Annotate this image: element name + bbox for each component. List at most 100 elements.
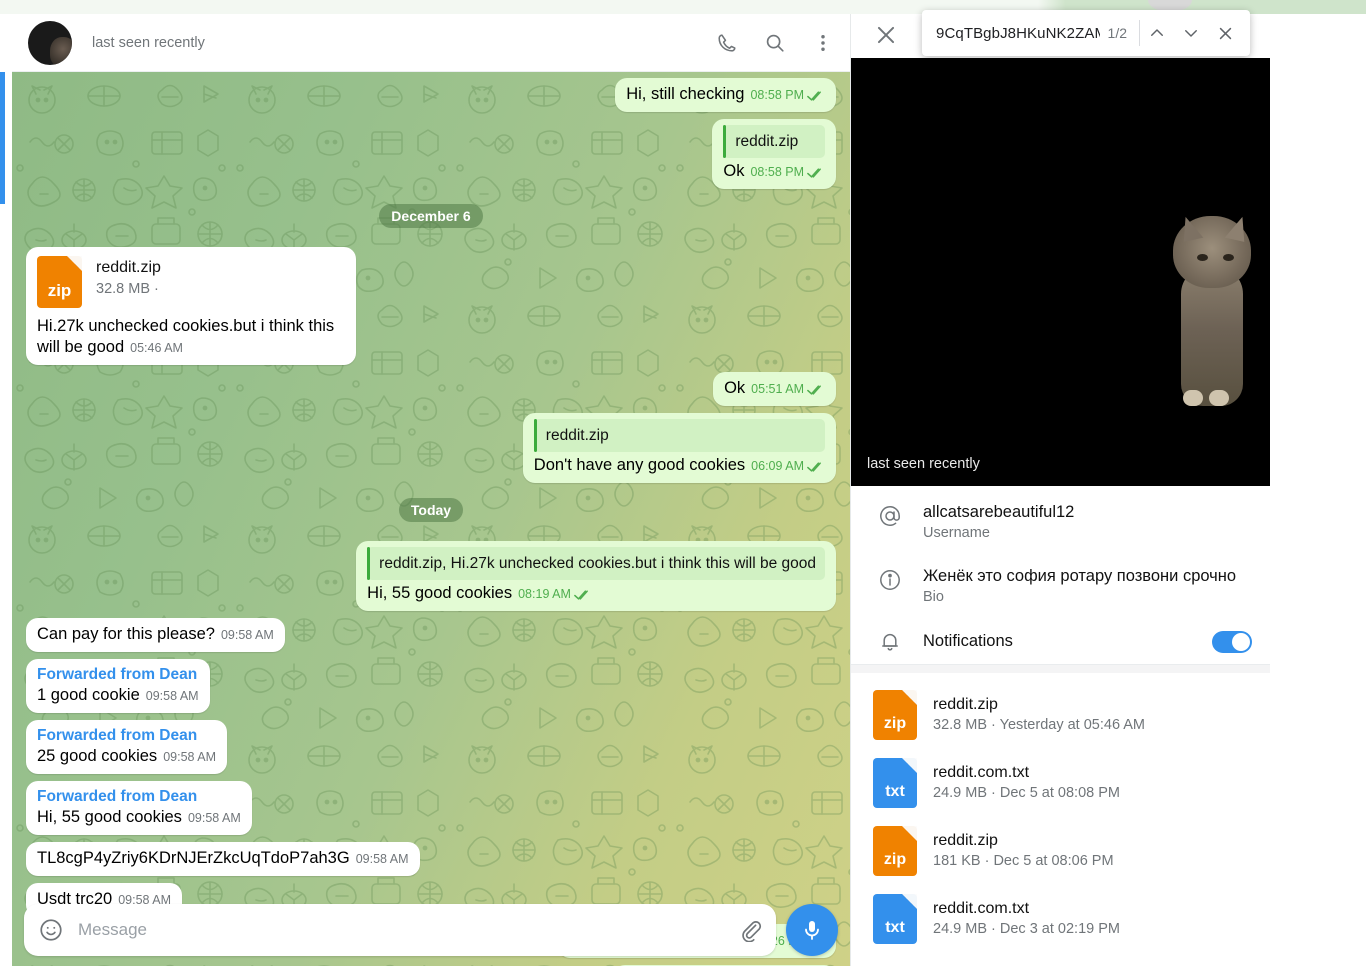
attach-icon[interactable] (738, 918, 762, 943)
message-meta: 09:58 AM (356, 849, 409, 870)
message-row: zip reddit.zip 32.8 MB · Hi.27k unchecked c… (26, 247, 836, 365)
message-time: 06:09 AM (751, 459, 804, 473)
message-bubble[interactable]: reddit.zip Don't have any good cookies 06:… (522, 413, 836, 483)
shared-file-name: reddit.zip (933, 696, 998, 713)
message-text: Can pay for this please? 09:58 AM (37, 624, 274, 646)
emoji-icon[interactable] (38, 917, 64, 943)
message-text: Don't have any good cookies 06:09 AM (534, 455, 825, 477)
voice-record-button[interactable] (786, 904, 838, 956)
message-text: Ok 08:58 PM (723, 161, 825, 183)
message-bubble[interactable]: Can pay for this please? 09:58 AM (26, 618, 285, 652)
message-bubble[interactable]: zip reddit.zip 32.8 MB · Hi.27k unchecked c… (26, 247, 356, 365)
forwarded-label[interactable]: Forwarded from Dean (37, 787, 241, 807)
message-bubble[interactable]: reddit.zip Ok 08:58 PM (712, 119, 836, 189)
chat-status: last seen recently (92, 34, 205, 51)
message-row: Forwarded from Dean Hi, 55 good cookies 09… (26, 781, 836, 835)
chat-header: last seen recently (12, 14, 850, 72)
shared-file-name: reddit.com.txt (933, 764, 1030, 781)
bell-icon (873, 629, 907, 653)
date-separator: December 6 (379, 204, 483, 228)
message-text: TL8cgP4yZriy6KDrNJErZkcUqTdoP7ah3G 09:58 … (37, 848, 409, 870)
info-row-label: Username (923, 525, 990, 541)
message-meta: 08:58 PM (750, 85, 825, 106)
file-attachment[interactable]: zip reddit.zip 32.8 MB · (37, 256, 345, 308)
message-list: Hi, still checking 08:58 PM reddit.zip Ok 08… (12, 72, 850, 966)
quoted-message[interactable]: reddit.zip, Hi.27k unchecked cookies.but… (367, 547, 825, 580)
message-time: 05:46 AM (130, 341, 183, 355)
message-row: Can pay for this please? 09:58 AM (26, 618, 836, 652)
message-row: Forwarded from Dean 25 good cookies 09:58 … (26, 720, 836, 774)
quoted-message[interactable]: reddit.zip (723, 125, 825, 158)
profile-photo[interactable]: last seen recently (851, 58, 1270, 486)
find-next-icon[interactable] (1174, 16, 1208, 50)
find-prev-icon[interactable] (1140, 16, 1174, 50)
message-input[interactable] (78, 920, 738, 940)
message-row: reddit.zip, Hi.27k unchecked cookies.but… (26, 541, 836, 611)
chat-header-actions (714, 30, 836, 56)
forwarded-label[interactable]: Forwarded from Dean (37, 726, 216, 746)
more-menu-icon[interactable] (810, 30, 836, 56)
message-text: 25 good cookies 09:58 AM (37, 746, 216, 768)
message-bubble[interactable]: Hi, still checking 08:58 PM (615, 78, 836, 112)
chat-message-area[interactable]: Hi, still checking 08:58 PM reddit.zip Ok 08… (12, 72, 850, 966)
message-row: reddit.zip Don't have any good cookies 06:… (26, 413, 836, 483)
message-bubble[interactable]: Forwarded from Dean Hi, 55 good cookies 09… (26, 781, 252, 835)
message-bubble[interactable]: reddit.zip, Hi.27k unchecked cookies.but… (356, 541, 836, 611)
avatar-photo (50, 36, 72, 65)
message-time: 05:51 AM (751, 382, 804, 396)
file-info: reddit.zip 32.8 MB · (96, 256, 161, 299)
chat-header-meta: last seen recently (92, 34, 205, 52)
message-bubble[interactable]: Forwarded from Dean 25 good cookies 09:58 … (26, 720, 228, 774)
txt-file-icon: txt (873, 894, 917, 944)
message-meta: 06:09 AM (751, 456, 825, 477)
info-row-text: Женёк это софия ротару позвони срочно Bio (923, 565, 1252, 607)
profile-detail-rows: allcatsarebeautiful12 Username Женёк это с… (851, 486, 1270, 665)
message-meta: 08:19 AM (518, 584, 592, 605)
message-time: 09:58 AM (220, 628, 274, 642)
shared-file-item[interactable]: txt reddit.com.txt 24.9 MB · Dec 5 at 08:0… (851, 749, 1270, 817)
find-query-text[interactable]: 9CqTBgbJ8HKuNK2ZAMHX (936, 25, 1100, 42)
info-row-text: allcatsarebeautiful12 Username (923, 501, 1252, 543)
telegram-web-window: last seen recently Hi, still checking 08:… (0, 0, 1366, 966)
tick-read-icon (807, 90, 825, 102)
message-time: 08:58 PM (750, 165, 804, 179)
info-row-value: allcatsarebeautiful12 (923, 503, 1075, 521)
shared-file-item[interactable]: zip reddit.zip 181 KB · Dec 5 at 08:06 PM (851, 817, 1270, 885)
message-bubble[interactable]: TL8cgP4yZriy6KDrNJErZkcUqTdoP7ah3G 09:58 … (26, 842, 420, 876)
info-row-value: Женёк это софия ротару позвони срочно (923, 567, 1237, 585)
message-meta: 05:46 AM (130, 338, 183, 359)
find-match-count: 1/2 (1107, 25, 1127, 41)
shared-file-item[interactable]: zip reddit.zip 32.8 MB · Yesterday at 05:4… (851, 681, 1270, 749)
message-text: Hi, still checking 08:58 PM (626, 84, 825, 106)
profile-photo-caption: last seen recently (867, 456, 980, 472)
close-icon[interactable] (873, 22, 901, 50)
date-separator: Today (398, 498, 464, 522)
search-icon[interactable] (762, 30, 788, 56)
info-row-at[interactable]: allcatsarebeautiful12 Username (851, 490, 1270, 554)
date-separator-row: December 6 (26, 196, 836, 240)
info-row-info[interactable]: Женёк это софия ротару позвони срочно Bio (851, 554, 1270, 618)
shared-file-name: reddit.com.txt (933, 900, 1030, 917)
info-row-bell[interactable]: Notifications (851, 618, 1270, 664)
message-time: 09:58 AM (355, 852, 409, 866)
avatar[interactable] (28, 20, 72, 65)
composer-box (24, 904, 776, 956)
file-caption: Hi.27k unchecked cookies.but i think thi… (37, 316, 345, 359)
shared-file-meta: reddit.zip 32.8 MB · Yesterday at 05:46 A… (933, 694, 1145, 736)
call-icon[interactable] (714, 30, 740, 56)
message-row: Forwarded from Dean 1 good cookie 09:58 AM (26, 659, 836, 713)
file-size: 32.8 MB · (96, 281, 159, 297)
message-bubble[interactable]: Forwarded from Dean 1 good cookie 09:58 AM (26, 659, 210, 713)
file-name: reddit.zip (96, 259, 161, 276)
info-icon (873, 568, 907, 592)
shared-file-item[interactable]: txt reddit.com.txt 24.9 MB · Dec 3 at 02:1… (851, 885, 1270, 953)
find-close-icon[interactable] (1208, 16, 1242, 50)
forwarded-label[interactable]: Forwarded from Dean (37, 665, 199, 685)
message-row: Ok 05:51 AM (26, 372, 836, 406)
message-text: 1 good cookie 09:58 AM (37, 685, 199, 707)
quoted-message[interactable]: reddit.zip (533, 419, 825, 452)
message-time: 08:19 AM (518, 587, 571, 601)
notifications-toggle[interactable] (1212, 631, 1252, 653)
message-bubble[interactable]: Ok 05:51 AM (713, 372, 836, 406)
profile-photo-subject (1163, 208, 1259, 408)
